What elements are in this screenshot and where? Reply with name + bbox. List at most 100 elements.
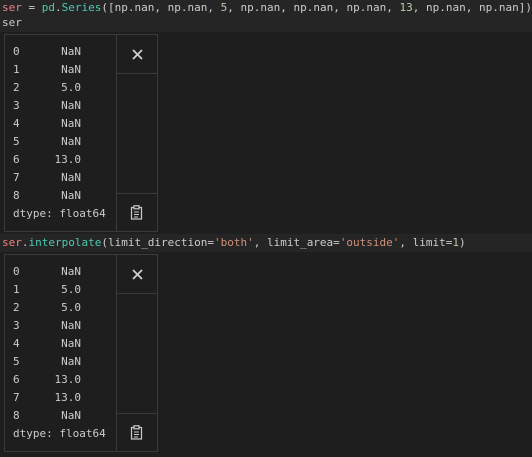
code-token: ser <box>2 1 22 14</box>
row-value: NaN <box>61 189 81 202</box>
row-index: 4 <box>13 337 20 350</box>
row-value: 13.0 <box>54 373 82 386</box>
dtype-label: dtype: float64 <box>13 427 106 440</box>
code-token: 13 <box>399 1 413 14</box>
row-index: 3 <box>13 319 20 332</box>
series-row: 1 5.0 <box>13 281 81 299</box>
code-token: , <box>412 1 426 14</box>
code-token: , <box>227 1 241 14</box>
row-index: 6 <box>13 153 20 166</box>
copy-clipboard-icon <box>130 205 143 220</box>
row-value: NaN <box>61 337 81 350</box>
code-token: ([ <box>101 1 115 14</box>
row-value: 5.0 <box>61 81 81 94</box>
series-row: 6 13.0 <box>13 151 81 169</box>
row-index: 2 <box>13 81 20 94</box>
row-index: 3 <box>13 99 20 112</box>
series-row: 8 NaN <box>13 407 81 425</box>
row-value: 13.0 <box>54 391 82 404</box>
series-output: 0 NaN 1 NaN 2 5.0 3 NaN 4 NaN 5 NaN 6 13.0 7 NaN 8 NaN dty… <box>5 35 115 231</box>
row-value: NaN <box>61 45 81 58</box>
copy-clipboard-icon <box>130 425 143 440</box>
series-row: 2 5.0 <box>13 299 81 317</box>
code-token: , <box>386 1 400 14</box>
code-token: np.nan <box>167 1 208 14</box>
code-token: Series <box>61 1 102 14</box>
row-value: NaN <box>61 63 81 76</box>
copy-output-button[interactable] <box>117 414 157 451</box>
code-token: pd <box>41 1 55 14</box>
code-token: np.nan <box>293 1 334 14</box>
code-token: np.nan <box>479 1 519 14</box>
close-icon <box>131 48 143 60</box>
row-index: 7 <box>13 171 20 184</box>
row-index: 1 <box>13 283 20 296</box>
row-index: 5 <box>13 135 20 148</box>
row-value: 5.0 <box>61 283 81 296</box>
toolbar-divider <box>117 73 157 74</box>
code-token: limit= <box>412 236 453 249</box>
code-line-2[interactable]: ser <box>2 15 22 30</box>
row-index: 7 <box>13 391 20 404</box>
series-row: 1 NaN <box>13 61 81 79</box>
close-output-button[interactable] <box>117 35 157 73</box>
close-icon <box>131 268 143 280</box>
series-row: 2 5.0 <box>13 79 81 97</box>
output-panel-2: 0 NaN 1 5.0 2 5.0 3 NaN 4 NaN 5 NaN 6 13.0 7 13.0 8 NaN dt… <box>4 254 158 452</box>
series-row: 5 NaN <box>13 133 81 151</box>
close-output-button[interactable] <box>117 255 157 293</box>
code-token: np.nan <box>114 1 155 14</box>
code-token: np.nan <box>426 1 466 14</box>
code-token: , <box>280 1 294 14</box>
series-row: 3 NaN <box>13 317 81 335</box>
series-row: 7 NaN <box>13 169 81 187</box>
copy-output-button[interactable] <box>117 194 157 231</box>
series-row: 3 NaN <box>13 97 81 115</box>
code-token: , <box>154 1 168 14</box>
series-row: 0 NaN <box>13 263 81 281</box>
series-row: 0 NaN <box>13 43 81 61</box>
row-value: NaN <box>61 99 81 112</box>
row-index: 6 <box>13 373 20 386</box>
code-token: . <box>55 1 62 14</box>
row-value: 13.0 <box>54 153 82 166</box>
row-index: 0 <box>13 45 20 58</box>
code-token: limit_area= <box>266 236 340 249</box>
row-index: 1 <box>13 63 20 76</box>
row-value: NaN <box>61 171 81 184</box>
code-token: 'outside' <box>339 236 400 249</box>
row-value: NaN <box>61 117 81 130</box>
row-value: NaN <box>61 135 81 148</box>
series-row: 6 13.0 <box>13 371 81 389</box>
output-toolbar <box>116 35 157 231</box>
code-token: , <box>253 236 267 249</box>
code-token: np.nan <box>240 1 281 14</box>
row-index: 5 <box>13 355 20 368</box>
row-value: NaN <box>61 319 81 332</box>
row-index: 0 <box>13 265 20 278</box>
code-line-1[interactable]: ser.interpolate(limit_direction='both', … <box>2 235 466 250</box>
toolbar-divider <box>117 293 157 294</box>
code-token: , <box>333 1 347 14</box>
code-line-1[interactable]: ser = pd.Series([np.nan, np.nan, 5, np.n… <box>2 0 532 15</box>
code-token: ser <box>2 236 22 249</box>
code-token: np.nan <box>346 1 387 14</box>
row-index: 8 <box>13 409 20 422</box>
row-index: 8 <box>13 189 20 202</box>
series-row: 8 NaN <box>13 187 81 205</box>
series-row: 7 13.0 <box>13 389 81 407</box>
row-value: NaN <box>61 409 81 422</box>
code-token: ]) <box>518 1 532 14</box>
code-token: . <box>21 236 29 249</box>
code-token: limit_direction= <box>107 236 214 249</box>
row-value: 5.0 <box>61 301 81 314</box>
code-cell-2-input[interactable]: ser.interpolate(limit_direction='both', … <box>0 234 532 252</box>
code-token: 'both' <box>213 236 254 249</box>
output-toolbar <box>116 255 157 451</box>
code-token: , <box>465 1 479 14</box>
code-cell-1-input[interactable]: ser = pd.Series([np.nan, np.nan, 5, np.n… <box>0 0 532 32</box>
code-token: ( <box>101 236 108 249</box>
code-token: = <box>21 1 42 14</box>
code-token: ) <box>459 236 466 249</box>
code-token: , <box>399 236 413 249</box>
